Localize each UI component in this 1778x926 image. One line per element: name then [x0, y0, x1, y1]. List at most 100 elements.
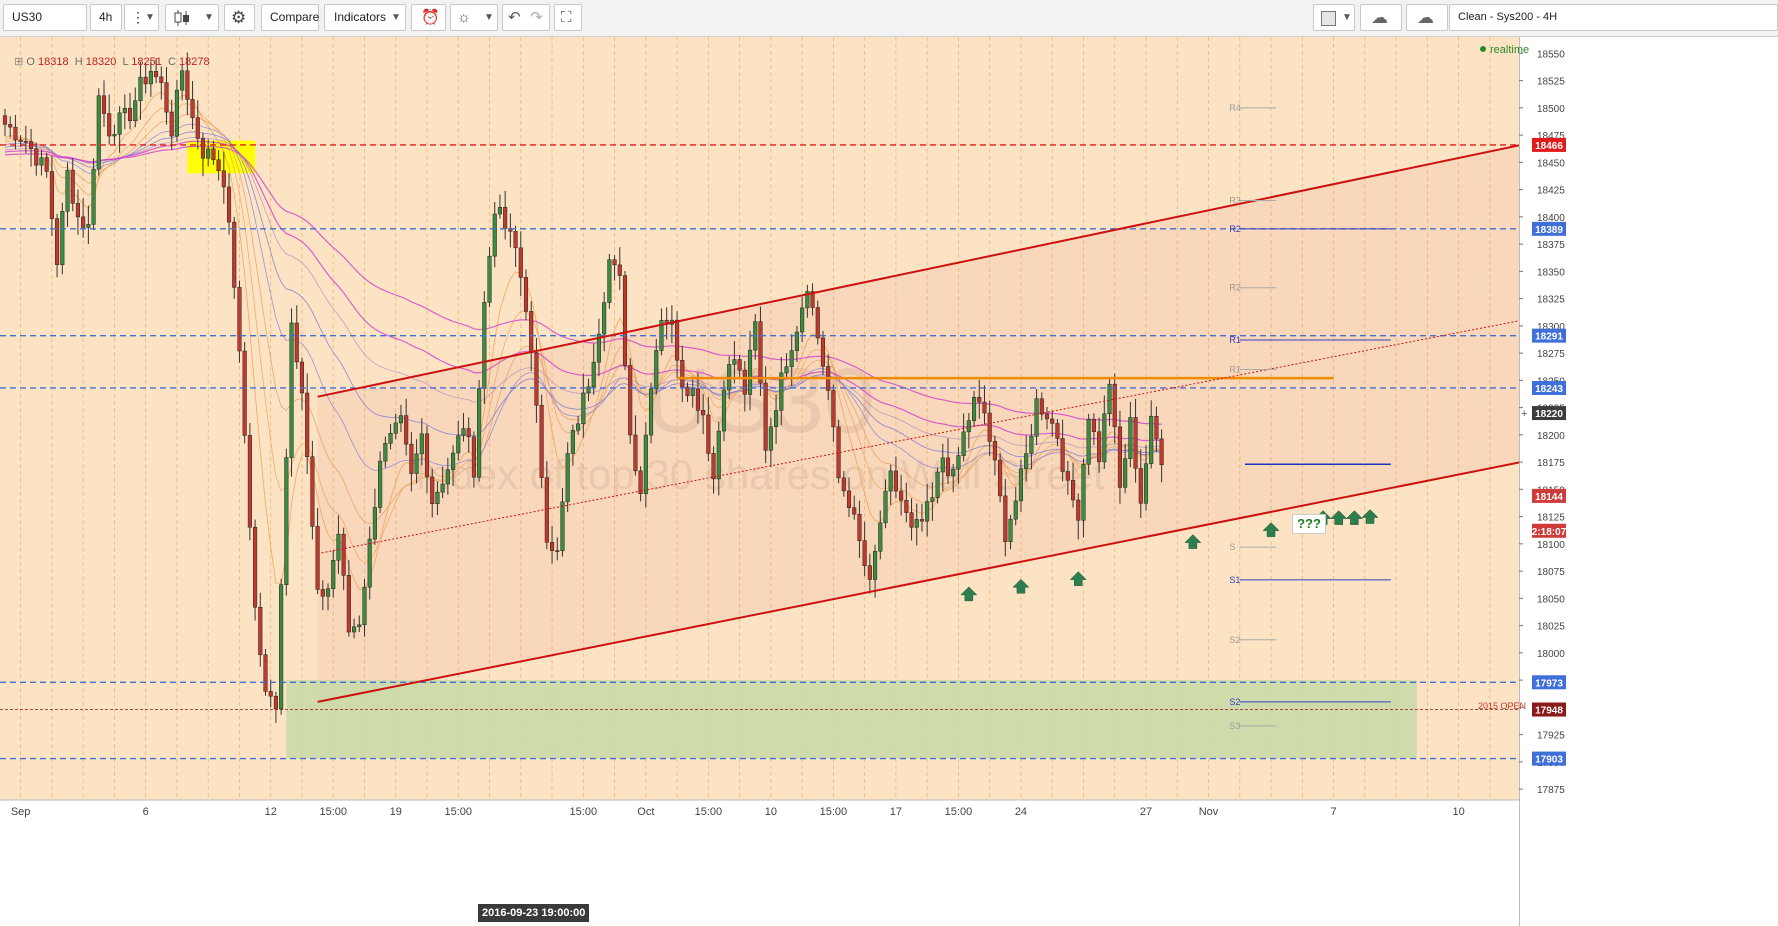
bearish-candle — [701, 410, 706, 416]
price-tick-label: 18450 — [1537, 158, 1565, 169]
bullish-candle — [1018, 468, 1024, 502]
price-tick-label: 18275 — [1537, 349, 1565, 360]
undo-icon[interactable]: ↶ — [508, 5, 521, 30]
settings-button[interactable]: ⚙ — [224, 4, 255, 31]
load-layout-button[interactable]: ☁ — [1360, 4, 1402, 31]
bearish-candle — [310, 456, 315, 527]
redo-icon[interactable]: ↷ — [530, 5, 543, 30]
template-select[interactable]: Clean - Sys200 - 4H — [1449, 4, 1778, 31]
bearish-candle — [409, 443, 414, 474]
indicators-button[interactable]: Indicators ▼ — [324, 4, 406, 31]
bearish-candle — [127, 107, 133, 121]
bearish-candle — [1091, 419, 1096, 433]
open-2015-label: 2015 OPEN — [1478, 701, 1527, 711]
bullish-candle — [435, 491, 440, 504]
bearish-candle — [513, 231, 518, 249]
time-axis-label: 10 — [765, 806, 777, 818]
bullish-candle — [133, 100, 138, 121]
gear-icon: ⚙ — [231, 8, 247, 27]
bullish-candle — [648, 388, 654, 436]
bullish-candle — [914, 519, 919, 528]
bullish-candle — [972, 396, 977, 421]
bullish-candle — [794, 331, 799, 351]
price-badge-label: 18220 — [1535, 409, 1563, 420]
ohlc-menu-icon[interactable]: ⊞ — [14, 56, 26, 68]
bearish-candle — [216, 159, 221, 171]
bullish-candle — [800, 307, 805, 333]
bullish-candle — [180, 70, 185, 91]
price-chart[interactable]: US30Index of top 30 shares on Wall Stree… — [0, 37, 1519, 926]
bearish-candle — [1050, 418, 1055, 424]
menu-dots-icon: ⋮ — [131, 9, 145, 25]
interval-select[interactable]: 4h — [90, 4, 122, 31]
bearish-candle — [195, 117, 200, 139]
bearish-candle — [226, 186, 232, 223]
chevron-down-icon: ▼ — [204, 12, 214, 23]
bearish-candle — [424, 433, 430, 478]
chevron-down-icon: ▼ — [391, 12, 401, 23]
pivot-label: S2 — [1229, 635, 1240, 645]
price-tick-label: 18550 — [1537, 49, 1565, 60]
bearish-candle — [1065, 471, 1070, 481]
bullish-candle — [378, 460, 383, 508]
bearish-candle — [862, 540, 867, 566]
drawing-style-button[interactable]: ▼ — [1313, 4, 1355, 31]
bullish-candle — [768, 426, 773, 451]
bearish-candle — [75, 203, 80, 218]
bearish-candle — [404, 415, 409, 445]
bearish-candle — [638, 470, 643, 494]
pivot-label: R1 — [1229, 364, 1241, 374]
bullish-candle — [414, 453, 419, 474]
time-axis-label: 15:00 — [695, 806, 723, 818]
chart-type-button[interactable]: ▼ — [165, 4, 219, 31]
bearish-candle — [101, 95, 107, 114]
bearish-candle — [268, 691, 273, 697]
bearish-candle — [232, 221, 237, 288]
bullish-candle — [65, 169, 70, 212]
bearish-candle — [909, 512, 914, 528]
alert-button[interactable]: ⏰ — [411, 4, 446, 31]
bearish-candle — [820, 337, 826, 367]
bearish-candle — [622, 275, 628, 366]
save-layout-button[interactable]: ☁ — [1406, 4, 1448, 31]
price-tick-label: 18125 — [1537, 513, 1565, 524]
price-badge-label: 18466 — [1535, 141, 1563, 152]
bearish-candle — [503, 206, 508, 229]
bearish-candle — [237, 287, 242, 352]
lightbulb-icon: ☼ — [457, 9, 471, 26]
price-scale[interactable]: 1855018525185001847518450184251840018375… — [1519, 37, 1778, 926]
status-dot-icon — [1480, 46, 1486, 52]
bullish-candle — [331, 560, 336, 589]
bullish-candle — [289, 322, 294, 458]
time-axis-label: 7 — [1330, 806, 1336, 818]
time-axis-label: 10 — [1452, 806, 1464, 818]
compare-button[interactable]: Compare — [261, 4, 319, 31]
bullish-candle — [440, 483, 445, 493]
fullscreen-button[interactable]: ⛶ — [554, 4, 582, 31]
bearish-candle — [190, 99, 195, 119]
symbol-input[interactable]: US30 — [3, 4, 87, 31]
time-axis-label: 27 — [1140, 806, 1152, 818]
interval-menu-button[interactable]: ⋮ ▼ — [124, 4, 159, 31]
price-badge-label: 18291 — [1535, 332, 1563, 343]
bearish-candle — [34, 148, 39, 166]
add-level-icon[interactable]: + — [1521, 408, 1527, 420]
time-axis-label: Nov — [1199, 806, 1219, 818]
close-value: 18278 — [179, 56, 210, 68]
bullish-candle — [878, 522, 883, 552]
bullish-candle — [96, 95, 101, 170]
bearish-candle — [221, 170, 226, 188]
pivot-label: S2 — [1229, 697, 1240, 707]
bullish-candle — [956, 455, 961, 470]
bullish-candle — [789, 350, 794, 367]
bearish-candle — [617, 264, 622, 276]
bearish-candle — [628, 365, 633, 436]
bullish-candle — [784, 366, 789, 374]
time-axis-label: 17 — [890, 806, 902, 818]
bullish-candle — [60, 211, 65, 265]
bearish-candle — [143, 76, 148, 85]
alert-icon: ⏰ — [421, 9, 440, 26]
ideas-button[interactable]: ☼ ▼ — [450, 4, 498, 31]
top-toolbar: US30 4h ⋮ ▼ ▼ ⚙ Compare Indicators ▼ ⏰ ☼… — [0, 0, 1778, 37]
bearish-candle — [550, 542, 555, 551]
